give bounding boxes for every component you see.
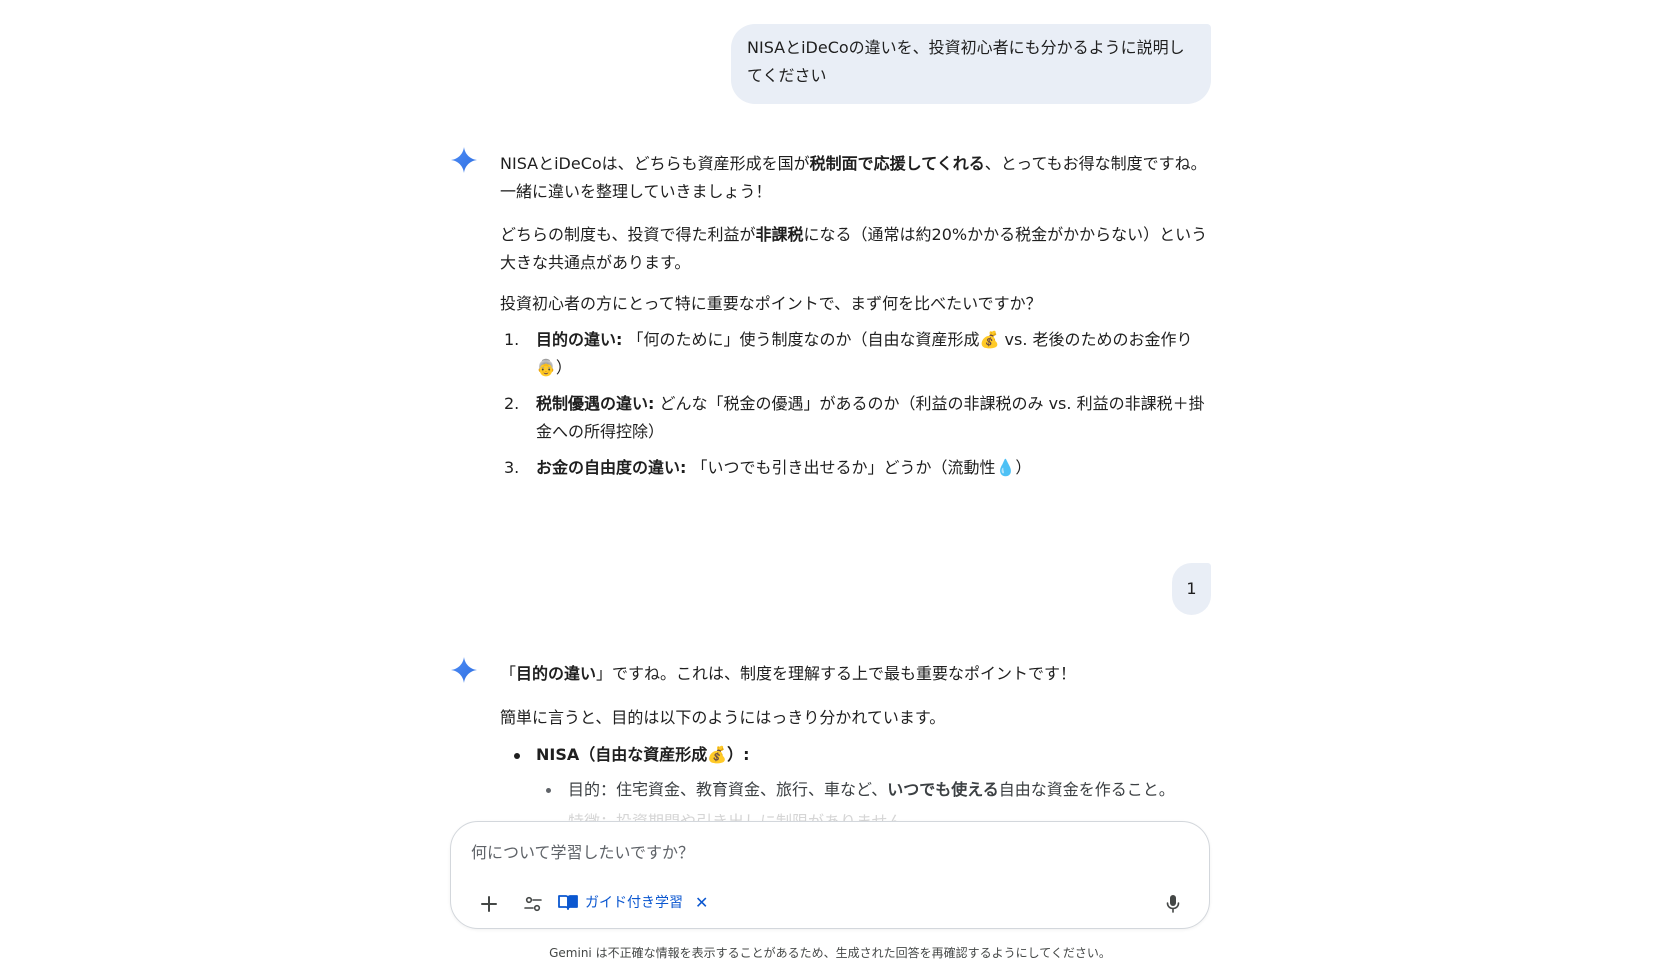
user-message-text: 1 [1186, 579, 1197, 598]
response-common-point: どちらの制度も、投資で得た利益が非課税になる（通常は約20%かかる税金がかからな… [500, 221, 1210, 277]
gemini-spark-icon [451, 147, 477, 173]
user-message: 1 [1172, 563, 1211, 615]
question-text: 投資初心者の方にとって特に重要なポイントで、まず何を比べたいですか？ [500, 294, 1042, 313]
response-question: 投資初心者の方にとって特に重要なポイントで、まず何を比べたいですか？ [500, 290, 1210, 318]
tune-icon [524, 896, 542, 912]
lead-open-bracket: 「 [500, 664, 517, 683]
prompt-input-panel: ガイド付き学習 ✕ [450, 821, 1210, 929]
faded-feature-line: 特徴：投資期間や引き出しに制限がありません [568, 808, 1188, 822]
user-message-text: NISAとiDeCoの違いを、投資初心者にも分かるように説明してください [747, 38, 1185, 85]
option-title: 目的の違い: [536, 330, 623, 349]
plus-icon [481, 896, 497, 912]
common-text: どちらの制度も、投資で得た利益が [500, 225, 756, 244]
response-2-lead: 「目的の違い」ですね。これは、制度を理解する上で最も重要なポイントです！ [500, 660, 1210, 688]
common-emphasis: 非課税 [755, 225, 804, 244]
add-button[interactable] [471, 886, 507, 922]
mic-icon [1166, 895, 1180, 913]
response-intro: NISAとiDeCoは、どちらも資産形成を国が税制面で応援してくれる、とってもお… [500, 150, 1210, 206]
gemini-spark-icon [451, 657, 477, 683]
option-text: 「いつでも引き出せるか」どうか（流動性💧） [691, 458, 1032, 477]
lead-text: 」ですね。これは、制度を理解する上で最も重要なポイントです！ [596, 664, 1077, 683]
summary-text: 簡単に言うと、目的は以下のようにはっきり分かれています。 [500, 708, 946, 727]
lead-emphasis: 目的の違い [516, 664, 597, 683]
close-icon[interactable]: ✕ [695, 893, 708, 912]
option-text: 「何のために」使う制度なのか（自由な資産形成💰 vs. 老後のためのお金作り👵） [536, 330, 1193, 377]
guided-learning-label: ガイド付き学習 [585, 895, 683, 911]
prompt-input[interactable] [469, 836, 1173, 868]
option-number: 3. [504, 458, 520, 477]
purpose-text: 目的：住宅資金、教育資金、旅行、車など、 [568, 780, 888, 799]
bullet-dot [546, 788, 551, 793]
tools-button[interactable] [515, 886, 551, 922]
mic-button[interactable] [1155, 886, 1191, 922]
book-icon [558, 895, 578, 910]
purpose-text-rest: 自由な資金を作ること。 [998, 780, 1175, 799]
option-title: お金の自由度の違い: [536, 458, 687, 477]
bullet-dot [514, 753, 520, 759]
intro-text: NISAとiDeCoは、どちらも資産形成を国が [500, 154, 810, 173]
guided-learning-chip[interactable]: ガイド付き学習 ✕ [557, 886, 708, 918]
option-title: 税制優遇の違い: [536, 394, 655, 413]
purpose-emphasis: いつでも使える [887, 780, 999, 799]
nisa-heading: NISA（自由な資産形成💰）: [536, 745, 750, 764]
option-number: 1. [504, 330, 520, 349]
response-2-summary: 簡単に言うと、目的は以下のようにはっきり分かれています。 [500, 704, 1210, 732]
user-message: NISAとiDeCoの違いを、投資初心者にも分かるように説明してください [731, 24, 1211, 104]
intro-emphasis: 税制面で応援してくれる [809, 154, 985, 173]
option-number: 2. [504, 394, 520, 413]
disclaimer-text: Gemini は不正確な情報を表示することがあるため、生成された回答を再確認する… [549, 946, 1111, 960]
